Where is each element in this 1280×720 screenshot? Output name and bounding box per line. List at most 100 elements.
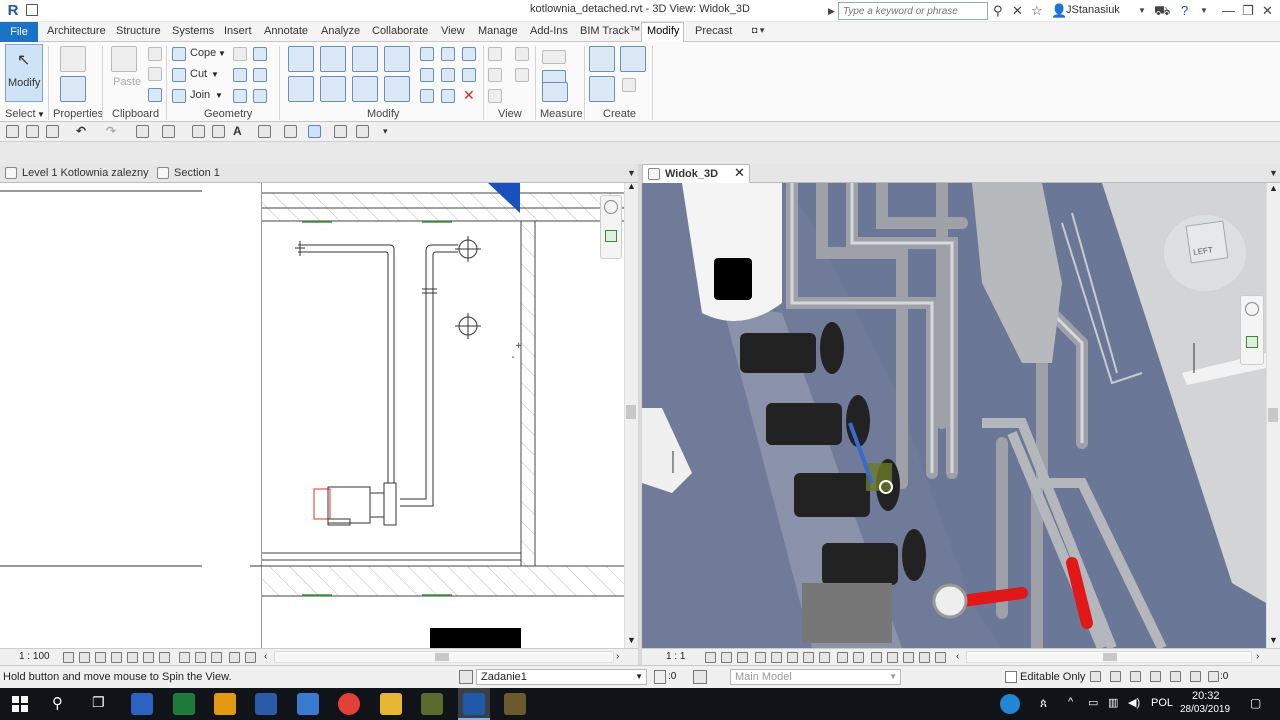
tab-analyze[interactable]: Analyze <box>321 25 360 37</box>
file-explorer-icon[interactable] <box>380 693 402 715</box>
cope-dropdown-icon[interactable]: ▼ <box>218 49 226 58</box>
split-with-gap-icon[interactable] <box>441 47 455 61</box>
select-links-icon[interactable] <box>1090 671 1101 682</box>
sun-path-icon[interactable] <box>737 652 748 663</box>
app-icon-3[interactable] <box>504 693 526 715</box>
binoculars-icon[interactable]: ⚲ <box>993 2 1003 20</box>
tools-icon[interactable]: ✕ <box>1012 2 1023 20</box>
switch-windows-icon[interactable] <box>356 125 369 138</box>
select-dropdown-icon[interactable]: ▼ <box>37 110 45 119</box>
aligned-dimension-icon[interactable] <box>192 125 205 138</box>
application-menu-icon[interactable] <box>26 4 38 16</box>
drag-on-selection-icon[interactable] <box>1170 671 1181 682</box>
scroll-left-icon[interactable]: ‹ <box>956 651 959 662</box>
revit-taskbar-icon[interactable] <box>463 693 485 715</box>
select-underlay-icon[interactable] <box>1110 671 1121 682</box>
active-workset-select[interactable]: Zadanie1 ▼ <box>476 669 647 685</box>
tab-precast[interactable]: Precast <box>695 25 732 37</box>
linework-icon[interactable] <box>488 68 502 82</box>
demolish-icon[interactable] <box>233 68 247 82</box>
scrollbar-thumb[interactable] <box>1268 408 1278 422</box>
show-crop-region-icon[interactable] <box>143 652 154 663</box>
help-search-input[interactable] <box>838 2 988 20</box>
network-icon[interactable]: ▥ <box>1108 696 1118 709</box>
wall-joins-icon[interactable] <box>253 47 267 61</box>
3d-vertical-scrollbar[interactable]: ▲ ▼ <box>1266 183 1280 648</box>
trim-multiple-icon[interactable] <box>420 89 434 103</box>
crop-view-icon[interactable] <box>787 652 798 663</box>
create-group-icon[interactable] <box>589 76 615 102</box>
plan-view-canvas[interactable] <box>0 183 262 648</box>
analytical-model-icon[interactable] <box>211 652 222 663</box>
temporary-hide-icon[interactable] <box>159 652 170 663</box>
remove-paint-icon[interactable] <box>253 89 267 103</box>
delete-icon[interactable]: ✕ <box>463 87 475 104</box>
worksharing-display-icon[interactable] <box>871 652 882 663</box>
task-view-icon[interactable]: ❐ <box>92 694 105 711</box>
join-label[interactable]: Join <box>190 89 210 101</box>
worksharing-display-icon[interactable] <box>195 652 206 663</box>
view-tabs-dropdown-icon[interactable]: ▼ <box>1269 168 1278 178</box>
temporary-hide-icon[interactable] <box>837 652 848 663</box>
design-option-select[interactable]: Main Model ▼ <box>730 669 901 685</box>
search-icon[interactable]: ⚲ <box>52 694 63 712</box>
tab-view[interactable]: View <box>441 25 465 37</box>
3d-view-canvas[interactable]: LEFT <box>642 183 1266 648</box>
chevron-down-icon[interactable]: ▼ <box>1138 2 1146 20</box>
word-icon[interactable] <box>255 693 277 715</box>
outlook-icon[interactable] <box>214 693 236 715</box>
user-icon[interactable]: 👤 <box>1051 2 1067 20</box>
temporary-view-properties-icon[interactable] <box>919 652 930 663</box>
view-tab-section-1[interactable]: Section 1 <box>152 164 226 183</box>
shadows-icon[interactable] <box>111 652 122 663</box>
windows-start-icon[interactable] <box>12 696 28 712</box>
rotate-icon[interactable] <box>352 76 378 102</box>
zoom-icon[interactable] <box>605 230 617 242</box>
cart-icon[interactable]: ⛟ <box>1154 2 1170 20</box>
restore-icon[interactable]: ❐ <box>1242 2 1254 20</box>
viewcube[interactable]: LEFT <box>1185 220 1229 264</box>
app-icon-1[interactable] <box>131 693 153 715</box>
favorite-star-icon[interactable]: ☆ <box>1031 2 1043 20</box>
clock-date[interactable]: 28/03/2019 <box>1180 704 1230 715</box>
close-icon[interactable]: ✕ <box>1262 2 1273 20</box>
join-dropdown-icon[interactable]: ▼ <box>215 91 223 100</box>
type-properties-icon[interactable] <box>60 46 86 72</box>
visual-style-icon[interactable] <box>79 652 90 663</box>
network-app-icon[interactable] <box>297 693 319 715</box>
scroll-up-icon[interactable]: ▲ <box>1269 183 1278 193</box>
tab-annotate[interactable]: Annotate <box>264 25 308 37</box>
eraser-icon[interactable] <box>488 89 502 103</box>
properties-icon[interactable] <box>60 76 86 102</box>
section-horizontal-scrollbar[interactable] <box>274 651 614 663</box>
trim-extend-icon[interactable] <box>384 76 410 102</box>
scrollbar-thumb[interactable] <box>435 653 449 661</box>
shadows-icon[interactable] <box>755 652 766 663</box>
view-tabs-dropdown-icon[interactable]: ▼ <box>627 168 636 178</box>
dimension-icon[interactable] <box>542 82 568 102</box>
create-similar-icon[interactable] <box>622 78 636 92</box>
cut-label[interactable]: Cut <box>190 68 207 80</box>
show-crop-region-icon[interactable] <box>803 652 814 663</box>
selection-box-icon[interactable] <box>515 68 529 82</box>
copy-icon[interactable] <box>320 76 346 102</box>
selection-filter-icon[interactable] <box>1208 671 1219 682</box>
close-hidden-windows-icon[interactable] <box>334 125 347 138</box>
section-view-canvas[interactable]: + ˇ <box>262 183 624 648</box>
default-3d-view-icon[interactable] <box>258 125 271 138</box>
print-icon[interactable] <box>136 125 149 138</box>
edit-profile-icon[interactable] <box>233 89 247 103</box>
pin-icon[interactable] <box>462 68 476 82</box>
help-icon[interactable]: ? <box>1181 2 1188 20</box>
unpin-icon[interactable] <box>462 47 476 61</box>
scroll-right-icon[interactable]: › <box>616 651 619 662</box>
caret-right-icon[interactable]: ▶ <box>828 2 835 20</box>
volume-icon[interactable]: ◀) <box>1128 696 1140 709</box>
cut-geometry-icon[interactable] <box>172 68 186 82</box>
undo-icon[interactable]: ↶ <box>76 124 86 138</box>
scroll-up-icon[interactable]: ▲ <box>627 181 636 191</box>
section-icon[interactable] <box>284 125 297 138</box>
tab-manage[interactable]: Manage <box>478 25 518 37</box>
match-type-icon[interactable] <box>148 88 162 102</box>
tab-structure[interactable]: Structure <box>116 25 161 37</box>
